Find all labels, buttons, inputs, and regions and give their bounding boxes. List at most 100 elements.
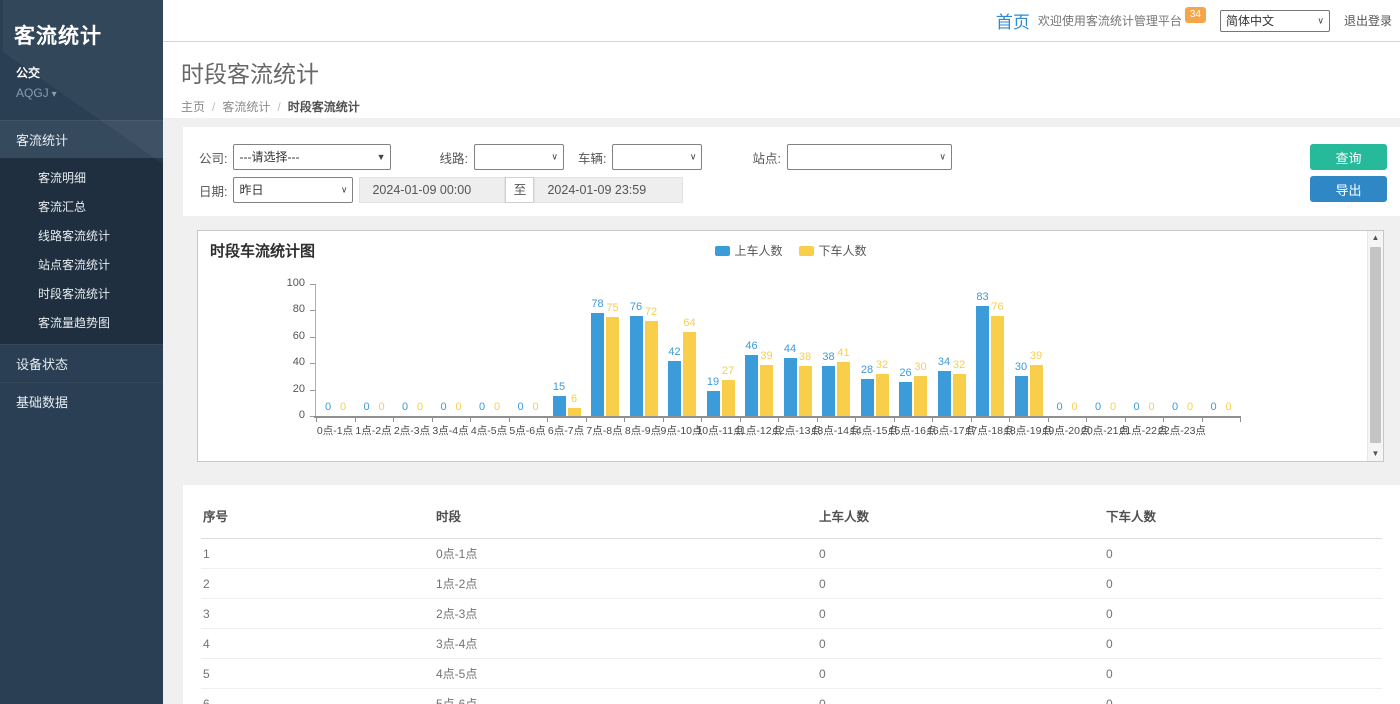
sidebar-subitem-3[interactable]: 站点客流统计 bbox=[0, 250, 163, 279]
bar-value-label: 0 bbox=[1187, 401, 1193, 413]
bar-group: 78757点-8点 bbox=[586, 284, 625, 416]
legend-swatch-yellow bbox=[799, 246, 814, 256]
x-axis-label: 2点-3点 bbox=[394, 423, 430, 438]
breadcrumb-section[interactable]: 客流统计 bbox=[222, 100, 270, 114]
bar bbox=[645, 321, 658, 416]
bar-value-label: 75 bbox=[606, 302, 618, 314]
scroll-down-icon[interactable]: ▼ bbox=[1368, 447, 1383, 461]
table-cell: 0 bbox=[1104, 659, 1382, 689]
bar bbox=[760, 365, 773, 416]
table-row: 32点-3点00 bbox=[201, 599, 1382, 629]
sidebar-subitem-4[interactable]: 时段客流统计 bbox=[0, 279, 163, 308]
table-cell: 2点-3点 bbox=[434, 599, 817, 629]
table-cell: 0 bbox=[817, 659, 1104, 689]
bar-value-label: 38 bbox=[822, 351, 834, 363]
bar-value-label: 0 bbox=[1133, 401, 1139, 413]
chart-yaxis: 020406080100 bbox=[198, 284, 315, 416]
chart-scrollbar[interactable]: ▲ ▼ bbox=[1367, 231, 1383, 461]
x-axis-tick bbox=[316, 418, 317, 422]
bar bbox=[722, 380, 735, 416]
date-preset-wrapper: 昨日 ∨ bbox=[233, 177, 353, 203]
breadcrumb-home[interactable]: 主页 bbox=[181, 100, 205, 114]
table-header-cell: 上车人数 bbox=[817, 497, 1104, 539]
bar-value-label: 0 bbox=[494, 401, 500, 413]
export-button[interactable]: 导出 bbox=[1310, 176, 1387, 202]
table-cell: 0 bbox=[817, 539, 1104, 569]
sidebar-subitem-0[interactable]: 客流明细 bbox=[0, 163, 163, 192]
bar-value-label: 78 bbox=[591, 298, 603, 310]
sidebar-section-passenger-stats[interactable]: 客流统计 bbox=[0, 120, 163, 158]
bar-value-label: 30 bbox=[1015, 361, 1027, 373]
bar-value-label: 34 bbox=[938, 356, 950, 368]
bar-value-label: 46 bbox=[745, 340, 757, 352]
legend-alighting[interactable]: 下车人数 bbox=[799, 242, 867, 259]
x-axis-tick bbox=[1202, 418, 1203, 422]
x-axis-tick bbox=[1009, 418, 1010, 422]
bar bbox=[745, 355, 758, 416]
date-end-input[interactable]: 2024-01-09 23:59 bbox=[534, 177, 683, 203]
language-select[interactable]: 简体中文 bbox=[1220, 10, 1330, 32]
chart-plot: 000点-1点001点-2点002点-3点003点-4点004点-5点005点-… bbox=[315, 284, 1239, 416]
bar bbox=[837, 362, 850, 416]
table-cell: 2 bbox=[201, 569, 434, 599]
table-cell: 0 bbox=[817, 629, 1104, 659]
bar-value-label: 19 bbox=[707, 376, 719, 388]
table-row: 65点-6点00 bbox=[201, 689, 1382, 704]
station-select[interactable] bbox=[787, 144, 952, 170]
bar-group: 384113点-14点 bbox=[817, 284, 856, 416]
date-start-input[interactable]: 2024-01-09 00:00 bbox=[359, 177, 505, 203]
line-label: 线路: bbox=[439, 148, 467, 167]
bar-group: 0019点-20点 bbox=[1048, 284, 1087, 416]
sidebar-subitem-2[interactable]: 线路客流统计 bbox=[0, 221, 163, 250]
bar bbox=[914, 376, 927, 416]
main-area: 首页 欢迎使用客流统计管理平台 34 简体中文 ∨ 退出登录 时段客流统计 主页… bbox=[163, 0, 1400, 704]
table-cell: 0点-1点 bbox=[434, 539, 817, 569]
bar bbox=[606, 317, 619, 416]
bar bbox=[683, 332, 696, 416]
bar bbox=[953, 374, 966, 416]
org-code-dropdown[interactable]: AQGJ▾ bbox=[0, 83, 163, 116]
sidebar-section-other-1[interactable]: 基础数据 bbox=[0, 382, 163, 420]
bar-group: 76728点-9点 bbox=[624, 284, 663, 416]
bar bbox=[1030, 365, 1043, 416]
query-button[interactable]: 查询 bbox=[1310, 144, 1387, 170]
breadcrumb: 主页/客流统计/时段客流统计 bbox=[181, 98, 1400, 115]
company-select[interactable]: ---请选择--- bbox=[233, 144, 391, 170]
y-axis-label: 80 bbox=[293, 303, 305, 315]
welcome-text: 欢迎使用客流统计管理平台 bbox=[1038, 12, 1182, 29]
bar-value-label: 76 bbox=[991, 301, 1003, 313]
company-label: 公司: bbox=[199, 148, 227, 167]
scrollbar-thumb[interactable] bbox=[1370, 247, 1381, 443]
bar-value-label: 83 bbox=[976, 291, 988, 303]
date-preset-select[interactable]: 昨日 bbox=[233, 177, 353, 203]
line-select[interactable] bbox=[474, 144, 564, 170]
sidebar-section-other-0[interactable]: 设备状态 bbox=[0, 344, 163, 382]
vehicle-select[interactable] bbox=[612, 144, 702, 170]
scroll-up-icon[interactable]: ▲ bbox=[1368, 231, 1383, 245]
site-title[interactable]: 客流统计 bbox=[0, 0, 163, 62]
bar-group: 42649点-10点 bbox=[663, 284, 702, 416]
sidebar-sections: 设备状态基础数据 bbox=[0, 344, 163, 420]
legend-boarding[interactable]: 上车人数 bbox=[714, 242, 782, 259]
home-link[interactable]: 首页 bbox=[996, 8, 1030, 33]
table-row: 43点-4点00 bbox=[201, 629, 1382, 659]
logout-link[interactable]: 退出登录 bbox=[1344, 12, 1392, 29]
bar-group: 1566点-7点 bbox=[547, 284, 586, 416]
page-header: 时段客流统计 主页/客流统计/时段客流统计 bbox=[163, 42, 1400, 118]
sidebar: 客流统计 公交 AQGJ▾ 客流统计 客流明细客流汇总线路客流统计站点客流统计时… bbox=[0, 0, 163, 704]
bar-group: 003点-4点 bbox=[432, 284, 471, 416]
x-axis-tick bbox=[1163, 418, 1164, 422]
sidebar-subitem-5[interactable]: 客流量趋势图 bbox=[0, 308, 163, 337]
bar-value-label: 0 bbox=[1225, 401, 1231, 413]
table-cell: 0 bbox=[817, 689, 1104, 704]
bar-value-label: 0 bbox=[440, 401, 446, 413]
sidebar-subitem-1[interactable]: 客流汇总 bbox=[0, 192, 163, 221]
table-header-row: 序号时段上车人数下车人数 bbox=[201, 497, 1382, 539]
bar-value-label: 0 bbox=[378, 401, 384, 413]
x-axis-tick bbox=[1086, 418, 1087, 422]
company-select-wrapper: ---请选择--- ▼ bbox=[233, 144, 391, 170]
date-label: 日期: bbox=[199, 181, 227, 200]
bar-value-label: 0 bbox=[1095, 401, 1101, 413]
bar-value-label: 0 bbox=[325, 401, 331, 413]
bar-value-label: 0 bbox=[1148, 401, 1154, 413]
